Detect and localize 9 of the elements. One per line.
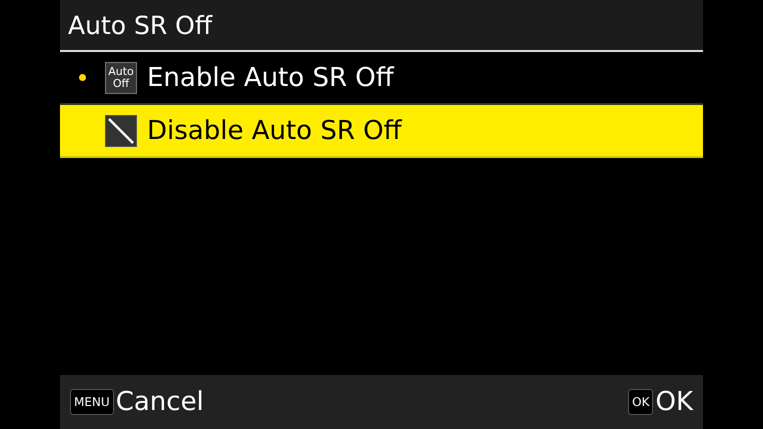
auto-off-icon: Auto Off: [105, 62, 137, 94]
footer-action[interactable]: OK: [655, 387, 693, 417]
footer-action[interactable]: Cancel: [116, 387, 204, 417]
key-label: OK: [628, 389, 654, 415]
menu-option[interactable]: Disable Auto SR Off: [60, 105, 703, 158]
key-label: MENU: [70, 389, 114, 415]
option-label: Enable Auto SR Off: [147, 62, 394, 92]
option-label: Disable Auto SR Off: [147, 116, 402, 146]
menu-title: Auto SR Off: [68, 12, 212, 38]
